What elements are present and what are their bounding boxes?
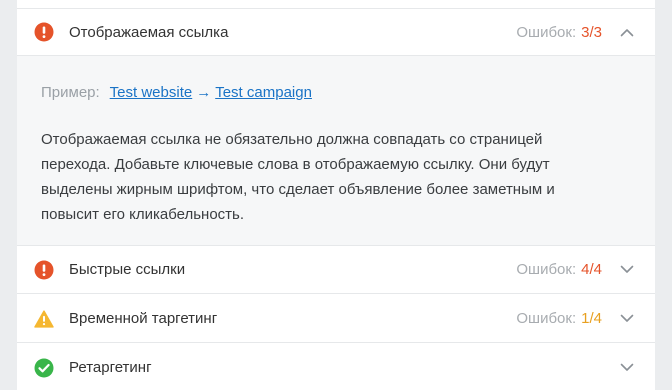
example-label: Пример: (41, 84, 100, 101)
chevron-down-icon[interactable] (615, 258, 639, 282)
chevron-up-icon[interactable] (615, 20, 639, 44)
example-link-campaign[interactable]: Test campaign (215, 84, 312, 101)
section-title: Быстрые ссылки (69, 261, 186, 278)
section-title: Ретаргетинг (69, 359, 152, 376)
chevron-down-icon[interactable] (615, 356, 639, 380)
section-header-retargeting[interactable]: Ретаргетинг (17, 344, 655, 390)
example-link-website[interactable]: Test website (110, 84, 193, 101)
error-counter-label: Ошибок: (516, 23, 577, 41)
warning-triangle-icon (34, 309, 54, 329)
error-circle-icon (34, 22, 54, 42)
error-counter-value: 4/4 (581, 261, 602, 278)
section-details-display-link: Пример: Test website → Test campaign Отобра… (17, 56, 655, 246)
error-counter-value: 1/4 (581, 310, 602, 327)
arrow-icon: → (196, 84, 212, 101)
section-description: Отображаемая ссылка не обязательно должн… (41, 131, 555, 223)
error-counter: Ошибок: 1/4 (516, 310, 602, 327)
error-counter-value: 3/3 (581, 23, 602, 41)
chevron-down-icon[interactable] (615, 307, 639, 331)
section-title: Временной таргетинг (69, 310, 218, 327)
error-counter-label: Ошибок: (516, 261, 577, 278)
error-counter-label: Ошибок: (516, 310, 577, 327)
section-header-time-targeting[interactable]: Временной таргетинг Ошибок: 1/4 (17, 295, 655, 343)
check-circle-icon (34, 358, 54, 378)
checklist-panel: Отображаемая ссылка Ошибок: 3/3 Пример: Te… (17, 0, 655, 390)
error-counter: Ошибок: 3/3 (516, 24, 602, 41)
example-line: Пример: Test website → Test campaign (41, 84, 312, 101)
section-header-quick-links[interactable]: Быстрые ссылки Ошибок: 4/4 (17, 246, 655, 294)
error-counter: Ошибок: 4/4 (516, 261, 602, 278)
section-title: Отображаемая ссылка (69, 23, 229, 41)
section-header-display-link[interactable]: Отображаемая ссылка Ошибок: 3/3 (17, 8, 655, 56)
error-circle-icon (34, 260, 54, 280)
